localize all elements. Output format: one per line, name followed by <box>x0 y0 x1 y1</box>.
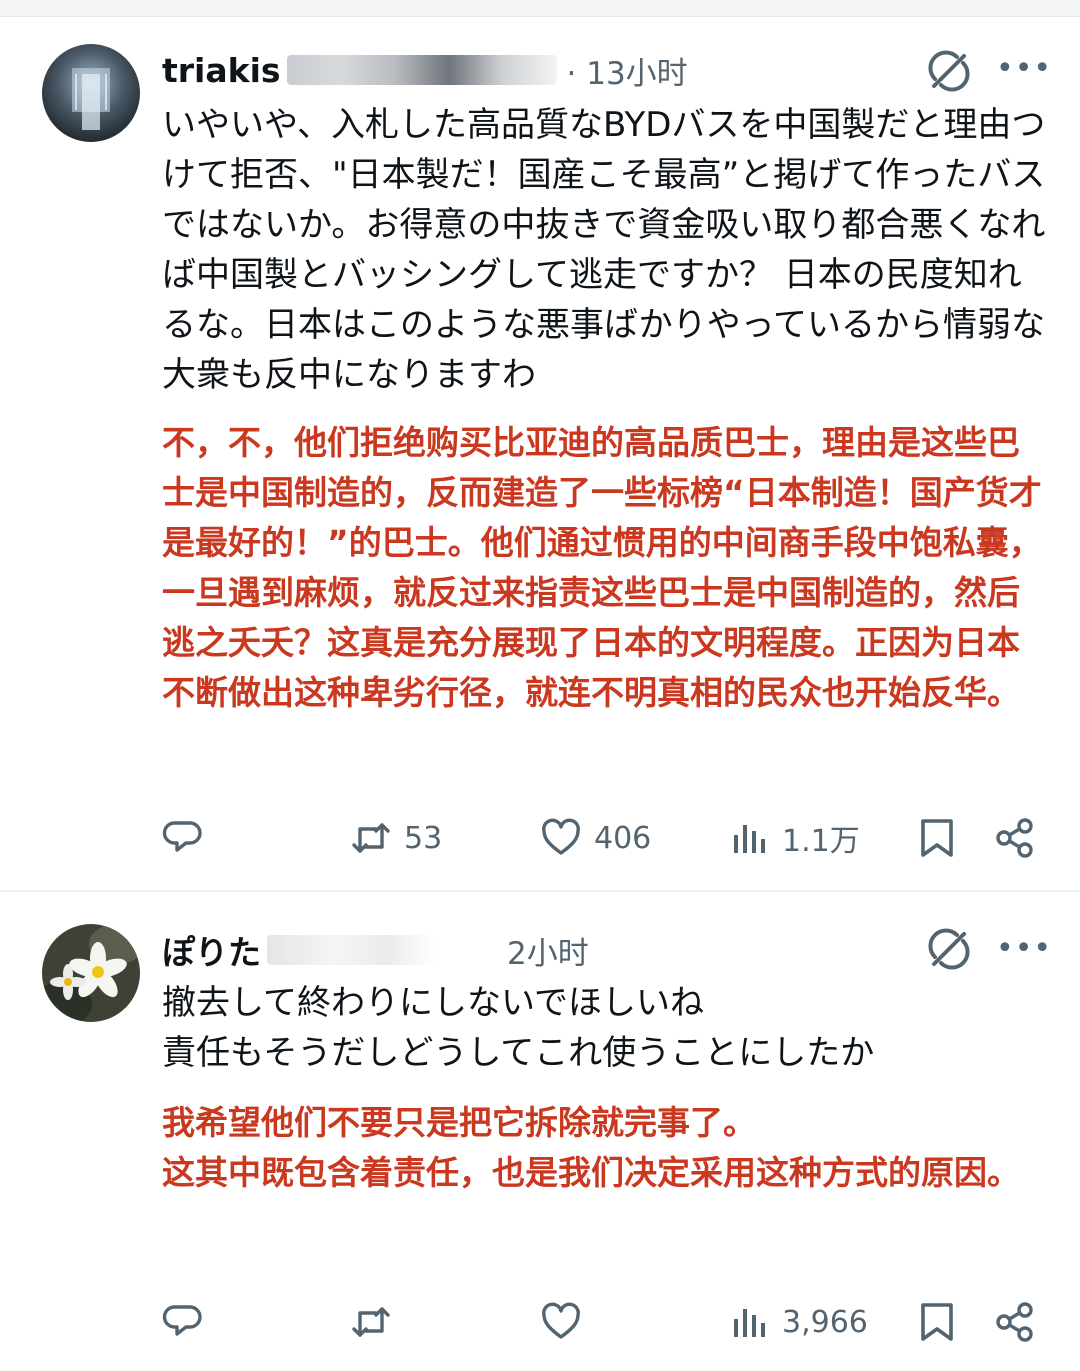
views-count: 3,966 <box>782 1304 868 1340</box>
timestamp[interactable]: 2小时 <box>507 928 589 973</box>
text-line: 这其中既包含着责任，也是我们决定采用这种方式的原因。 <box>162 1153 1020 1192</box>
views-icon <box>730 817 770 859</box>
share-icon <box>994 817 1036 859</box>
bookmark-button[interactable] <box>918 1292 956 1352</box>
like-count: 406 <box>594 820 652 856</box>
author-name[interactable]: triakis <box>162 51 281 90</box>
reply-button[interactable] <box>162 808 204 868</box>
share-button[interactable] <box>994 1292 1036 1352</box>
tweet-header: ぽりた 2小时 <box>162 922 589 978</box>
more-icon[interactable]: ••• <box>996 54 1052 84</box>
tweet[interactable]: ぽりた 2小时 ••• 撤去して終わりにしないでほしいね 責任もそうだしどうして… <box>0 892 1080 1371</box>
retweet-button[interactable]: 53 <box>350 808 442 868</box>
action-bar: 3,966 <box>162 1292 1042 1352</box>
views-icon <box>730 1301 770 1343</box>
text-line: 我希望他们不要只是把它拆除就完事了。 <box>162 1103 756 1142</box>
retweet-count: 53 <box>404 820 443 856</box>
reply-icon <box>162 1301 204 1343</box>
tweet-text-translation: 我希望他们不要只是把它拆除就完事了。 这其中既包含着责任，也是我们决定采用这种方… <box>162 1098 1052 1198</box>
blurred-handle <box>267 935 437 965</box>
bookmark-button[interactable] <box>918 808 956 868</box>
blurred-handle <box>286 55 557 85</box>
top-divider <box>0 0 1080 17</box>
reply-button[interactable] <box>162 1292 204 1352</box>
reply-icon <box>162 817 204 859</box>
share-icon <box>994 1301 1036 1343</box>
retweet-icon <box>350 817 392 859</box>
retweet-button[interactable] <box>350 1292 392 1352</box>
grok-icon[interactable] <box>926 48 972 94</box>
bookmark-icon <box>918 1301 956 1343</box>
text-line: 責任もそうだしどうしてこれ使うことにしたか <box>162 1033 875 1073</box>
like-button[interactable]: 406 <box>540 808 651 868</box>
like-icon <box>540 1301 582 1343</box>
views-count: 1.1万 <box>782 824 860 859</box>
grok-icon[interactable] <box>926 926 972 972</box>
bookmark-icon <box>918 817 956 859</box>
like-icon <box>540 817 582 859</box>
tweet-header: triakis · 13小时 <box>162 42 688 98</box>
like-button[interactable] <box>540 1292 582 1352</box>
share-button[interactable] <box>994 808 1036 868</box>
timestamp[interactable]: · 13小时 <box>567 48 688 93</box>
views-button[interactable]: 1.1万 <box>730 808 860 868</box>
tweet-text-original: いやいや、入札した高品質なBYDバスを中国製だと理由つけて拒否、"日本製だ！国産… <box>162 105 1046 395</box>
retweet-icon <box>350 1301 392 1343</box>
views-button[interactable]: 3,966 <box>730 1292 868 1352</box>
tweet-text-original: 撤去して終わりにしないでほしいね 責任もそうだしどうしてこれ使うことにしたか <box>162 978 1052 1078</box>
more-icon[interactable]: ••• <box>996 934 1052 964</box>
text-line: 撤去して終わりにしないでほしいね <box>162 983 704 1023</box>
avatar[interactable] <box>42 44 140 142</box>
action-bar: 53 406 1.1万 <box>162 808 1042 868</box>
avatar[interactable] <box>42 924 140 1022</box>
tweet-text-translation: 不，不，他们拒绝购买比亚迪的高品质巴士，理由是这些巴士是中国制造的，反而建造了一… <box>162 423 1042 712</box>
author-name[interactable]: ぽりた <box>162 926 261 974</box>
tweet[interactable]: triakis · 13小时 ••• いやいや、入札した高品質なBYDバスを中国… <box>0 16 1080 890</box>
